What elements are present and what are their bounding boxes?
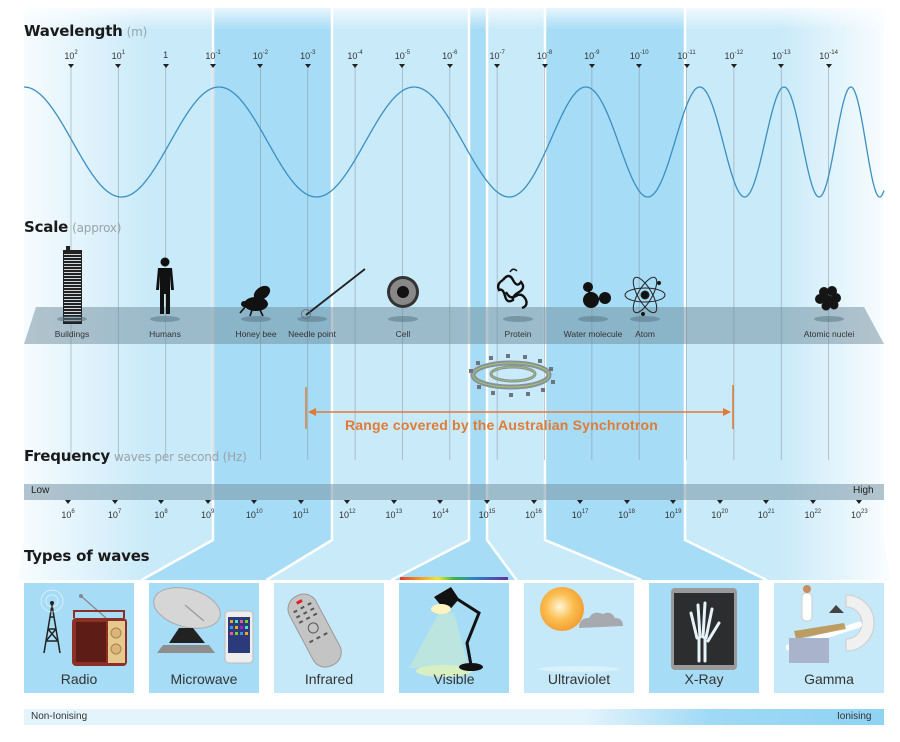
frequency-tick-marker [716, 500, 723, 504]
frequency-tick-label: 1019 [664, 509, 682, 520]
frequency-tick-label: 1021 [757, 509, 775, 520]
frequency-title-text: Frequency [24, 447, 110, 465]
frequency-tick-marker [344, 500, 351, 504]
wave-card-visible: Visible [399, 583, 509, 693]
frequency-tick-label: 1020 [711, 509, 729, 520]
wave-card-x-ray: X-Ray [649, 583, 759, 693]
frequency-tick-marker [158, 500, 165, 504]
wave-card-radio: Radio [24, 583, 134, 693]
frequency-tick-label: 1014 [432, 509, 449, 520]
wave-card-ultraviolet: Ultraviolet [524, 583, 634, 693]
frequency-tick-marker [204, 500, 211, 504]
frequency-tick-marker [623, 500, 630, 504]
wave-card-microwave: Microwave [149, 583, 259, 693]
frequency-tick-label: 1016 [525, 509, 542, 520]
synchrotron-range-label: Range covered by the Australian Synchrot… [345, 417, 659, 433]
frequency-tick-marker [483, 500, 490, 504]
frequency-tick-marker [577, 500, 584, 504]
frequency-tick-label: 107 [107, 509, 122, 520]
em-spectrum-diagram: Wavelength (m) 102 101 1 10-1 10-2 10-3 10-4 10-… [0, 0, 900, 742]
frequency-title: Frequency waves per second (Hz) [24, 447, 247, 465]
frequency-tick-marker [111, 500, 118, 504]
ionising-scale-bar [24, 709, 884, 725]
frequency-tick-marker [530, 500, 537, 504]
wave-card-label: Ultraviolet [547, 671, 611, 687]
frequency-tick-label: 1012 [338, 509, 356, 520]
wave-card-label: Visible [433, 671, 475, 687]
non-ionising-label: Non-Ionising [31, 711, 88, 722]
frequency-tick-marker [390, 500, 397, 504]
ionising-label: Ionising [837, 711, 872, 722]
range-arrow-left-head [308, 408, 316, 416]
wave-card-label: Microwave [170, 671, 238, 687]
frequency-high-label: High [853, 485, 874, 496]
frequency-tick-label: 1011 [292, 509, 309, 520]
frequency-subtitle: waves per second (Hz) [114, 450, 247, 464]
wave-card-infrared: Infrared [274, 583, 384, 693]
wave-card-label: Gamma [804, 671, 854, 687]
frequency-low-label: Low [31, 485, 50, 496]
frequency-tick-marker [297, 500, 304, 504]
frequency-tick-marker [670, 500, 677, 504]
frequency-tick-label: 1015 [478, 509, 496, 520]
range-arrow-right-head [723, 408, 731, 416]
frequency-bar [24, 484, 884, 500]
frequency-tick-marker [437, 500, 444, 504]
frequency-tick-label: 108 [154, 509, 168, 520]
wave-card-label: Radio [60, 671, 98, 687]
frequency-tick-marker [251, 500, 258, 504]
frequency-tick-label: 106 [61, 509, 75, 520]
frequency-tick-label: 1017 [571, 509, 589, 520]
wave-card-label: Infrared [304, 671, 354, 687]
wave-card-label: X-Ray [684, 671, 724, 687]
wave-card-gamma: Gamma [774, 583, 884, 693]
synchrotron-ring-icon [469, 354, 555, 397]
frequency-tick-label: 1013 [385, 509, 403, 520]
frequency-tick-label: 1010 [245, 509, 263, 520]
frequency-tick-label: 1023 [850, 509, 868, 520]
frequency-tick-marker [763, 500, 770, 504]
frequency-tick-marker [856, 500, 863, 504]
frequency-tick-marker [809, 500, 816, 504]
frequency-tick-label: 1022 [804, 509, 822, 520]
types-title: Types of waves [24, 547, 150, 565]
frequency-tick-label: 1018 [618, 509, 635, 520]
frequency-tick-label: 109 [200, 509, 215, 520]
frequency-tick-marker [65, 500, 71, 504]
